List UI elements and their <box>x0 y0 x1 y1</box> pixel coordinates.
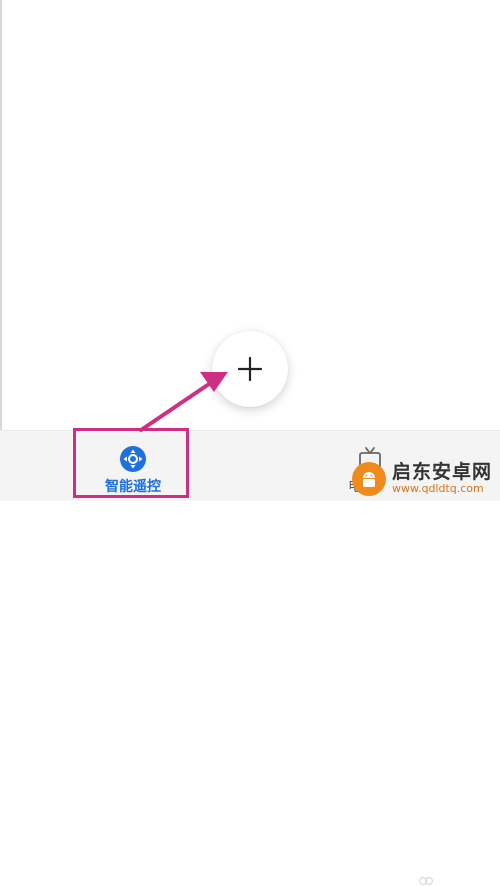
add-device-button[interactable] <box>212 331 288 407</box>
nav-icon-wrap <box>356 445 384 473</box>
nav-label-smart-remote: 智能遥控 <box>105 479 161 495</box>
nav-label-tv: 电 <box>348 479 362 495</box>
nav-item-tv[interactable]: 电 <box>340 431 400 501</box>
tv-icon <box>359 447 381 472</box>
nav-icon-wrap <box>119 445 147 473</box>
annotation-arrow <box>139 372 228 432</box>
plus-icon <box>237 356 263 382</box>
remote-control-icon <box>120 446 146 472</box>
decorative-icon <box>418 876 434 886</box>
app-screen: 智能遥控 电 启东安卓网 www.qdldtq.com <box>0 0 500 886</box>
left-edge-divider <box>0 0 2 430</box>
nav-item-smart-remote[interactable]: 智能遥控 <box>78 431 188 501</box>
bottom-navigation-bar: 智能遥控 电 <box>0 430 500 886</box>
